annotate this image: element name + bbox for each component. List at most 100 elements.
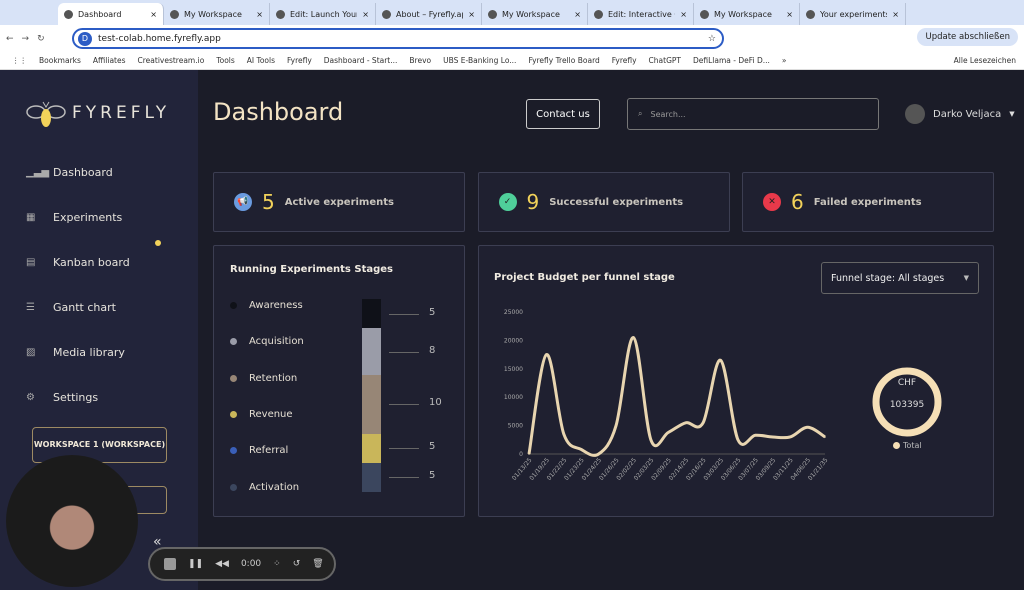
data-point	[632, 336, 635, 339]
data-point	[528, 453, 530, 455]
data-point	[563, 433, 565, 435]
browser-tab[interactable]: My Workspace ×	[482, 3, 588, 25]
bookmark-item[interactable]: Tools	[216, 56, 234, 65]
apps-icon[interactable]: ⋮⋮	[12, 56, 27, 65]
grid-icon[interactable]: ⁘	[273, 559, 281, 569]
bookmark-item[interactable]: Fyrefly Trello Board	[528, 56, 599, 65]
gear-icon: ⚙	[26, 391, 35, 403]
kanban-icon: ▤	[26, 256, 36, 268]
stat-label: Failed experiments	[813, 196, 922, 208]
stage-value: 5	[429, 441, 436, 453]
bookmark-item[interactable]: AI Tools	[247, 56, 275, 65]
contact-button[interactable]: Contact us	[526, 99, 600, 129]
bookmark-item[interactable]: Dashboard - Start...	[324, 56, 398, 65]
rewind-icon[interactable]: ◀◀	[215, 559, 229, 569]
legend-dot	[230, 374, 237, 382]
bookmark-item[interactable]: Fyrefly	[287, 56, 312, 65]
sidebar-item-media-library[interactable]: ▨ Media library	[26, 346, 125, 359]
legend-dot	[230, 338, 237, 346]
bookmark-item[interactable]: Creativestream.io	[138, 56, 205, 65]
bookmark-item[interactable]: UBS E-Banking Lo...	[443, 56, 516, 65]
update-button[interactable]: Update abschließen	[917, 28, 1018, 46]
stat-value: 5	[262, 190, 275, 214]
browser-tab[interactable]: About – Fyrefly.ap ×	[376, 3, 482, 25]
bookmarks-bar: ⋮⋮ Bookmarks Affiliates Creativestream.io To…	[0, 52, 1024, 70]
more-bookmarks[interactable]: »	[782, 56, 787, 65]
stat-value: 6	[791, 190, 804, 214]
tab-title: Your experiments	[820, 9, 888, 19]
close-icon[interactable]: ×	[786, 10, 793, 19]
browser-tab[interactable]: Your experiments ×	[800, 3, 906, 25]
data-point	[684, 421, 687, 424]
stat-label: Successful experiments	[549, 196, 684, 208]
url-field[interactable]: Dtest-colab.home.fyrefly.app ☆	[72, 28, 724, 49]
stat-card: ✕ 6 Failed experiments	[742, 172, 994, 232]
close-icon[interactable]: ×	[362, 10, 369, 19]
close-icon[interactable]: ×	[256, 10, 263, 19]
sidebar-item-kanban-board[interactable]: ▤ Kanban board	[26, 256, 130, 269]
legend-label: Revenue	[249, 408, 293, 420]
pause-icon[interactable]: ❚❚	[188, 559, 203, 569]
search-input[interactable]: ⌕ Search...	[627, 98, 879, 130]
tab-favicon-icon	[594, 9, 603, 19]
browser-tab[interactable]: My Workspace ×	[164, 3, 270, 25]
budget-series-line	[527, 336, 826, 457]
bookmark-item[interactable]: Bookmarks	[39, 56, 81, 65]
bookmark-item[interactable]: Brevo	[409, 56, 431, 65]
legend-dot	[230, 483, 237, 491]
browser-tab[interactable]: Edit: Launch Your ×	[270, 3, 376, 25]
stage-value: 5	[429, 470, 436, 482]
gantt-icon: ☰	[26, 301, 35, 313]
tab-title: My Workspace	[502, 9, 560, 19]
sidebar-item-label: Dashboard	[53, 166, 113, 179]
user-menu[interactable]: Darko Veljaca ▼	[905, 104, 1015, 124]
all-bookmarks[interactable]: Alle Lesezeichen	[954, 56, 1016, 65]
tab-favicon-icon	[64, 9, 73, 19]
stages-card: Running Experiments Stages Awareness Acqu…	[213, 245, 465, 517]
stat-card: ✓ 9 Successful experiments	[477, 172, 730, 232]
total-currency: CHF	[897, 378, 917, 388]
trash-icon[interactable]: 🗑	[312, 559, 323, 569]
legend-dot	[893, 442, 900, 449]
stage-tick	[389, 351, 419, 353]
sidebar-item-gantt-chart[interactable]: ☰ Gantt chart	[26, 301, 116, 314]
stage-value: 10	[429, 397, 442, 409]
back-icon[interactable]: ←	[6, 34, 14, 44]
reload-icon[interactable]: ↻	[37, 34, 45, 44]
bookmark-item[interactable]: Fyrefly	[612, 56, 637, 65]
bookmark-item[interactable]: Affiliates	[93, 56, 126, 65]
data-point	[771, 436, 774, 438]
legend-item: Retention	[230, 373, 297, 384]
data-point	[597, 453, 600, 455]
data-point	[737, 439, 739, 441]
close-icon[interactable]: ×	[468, 10, 475, 19]
browser-tab[interactable]: My Workspace ×	[694, 3, 800, 25]
browser-tab[interactable]: Dashboard ×	[58, 3, 164, 25]
close-icon[interactable]: ×	[150, 10, 157, 19]
legend-item: Revenue	[230, 409, 293, 420]
forward-icon[interactable]: →	[22, 34, 30, 44]
restart-icon[interactable]: ↺	[293, 559, 301, 569]
sidebar-item-settings[interactable]: ⚙ Settings	[26, 391, 98, 404]
close-icon[interactable]: ×	[574, 10, 581, 19]
star-icon[interactable]: ☆	[708, 34, 716, 44]
data-point	[615, 424, 617, 427]
funnel-stage-select[interactable]: Funnel stage: All stages ▼	[821, 262, 979, 294]
stage-tick	[389, 404, 419, 406]
browser-tab[interactable]: Edit: Interactive G ×	[588, 3, 694, 25]
bookmark-item[interactable]: DefiLlama - DeFi D...	[693, 56, 770, 65]
check-icon: ✓	[498, 193, 517, 211]
tab-favicon-icon	[170, 9, 179, 19]
close-icon[interactable]: ×	[892, 10, 899, 19]
stop-icon[interactable]	[164, 558, 176, 570]
sidebar-item-dashboard[interactable]: ▁▃▅ Dashboard	[26, 166, 113, 179]
total-legend: Total	[893, 441, 922, 450]
bookmark-item[interactable]: ChatGPT	[649, 56, 681, 65]
data-point	[719, 359, 722, 362]
y-tick-label: 0	[519, 451, 523, 458]
close-icon[interactable]: ×	[680, 10, 687, 19]
stage-bar-segment	[362, 299, 381, 329]
page-title: Dashboard	[213, 98, 344, 126]
legend-item: Acquisition	[230, 336, 304, 347]
sidebar-item-experiments[interactable]: ▦ Experiments	[26, 211, 122, 224]
